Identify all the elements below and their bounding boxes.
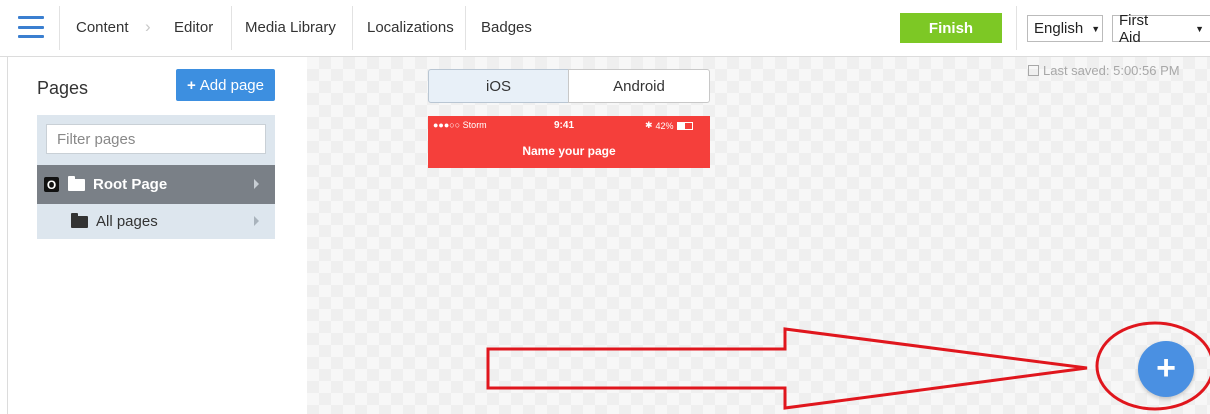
chevron-right-icon: › — [145, 17, 151, 36]
last-saved-text: Last saved: 5:00:56 PM — [1043, 63, 1180, 78]
app-select-value: First Aid — [1119, 11, 1149, 46]
bluetooth-icon: ✱ — [645, 120, 653, 130]
tree-item-all-pages[interactable]: All pages — [37, 204, 275, 239]
finish-button[interactable]: Finish — [900, 13, 1002, 43]
hamburger-menu-icon[interactable] — [18, 16, 44, 38]
page-tree: O Root Page All pages — [37, 115, 275, 239]
top-navigation-bar: Content › Editor Media Library Localizat… — [0, 0, 1210, 57]
pages-sidebar: Pages + Add page O Root Page All pages — [7, 57, 308, 414]
folder-icon — [71, 212, 88, 228]
add-component-button[interactable]: + — [1138, 341, 1194, 397]
folder-icon — [68, 175, 85, 191]
language-select[interactable]: English ▼ — [1027, 15, 1103, 42]
nav-localizations[interactable]: Localizations — [367, 19, 454, 36]
root-badge: O — [44, 177, 59, 192]
save-icon — [1028, 65, 1039, 76]
battery-icon — [676, 121, 693, 130]
nav-divider — [231, 6, 232, 50]
nav-content[interactable]: Content — [76, 19, 129, 36]
tab-ios[interactable]: iOS — [428, 69, 569, 103]
nav-editor[interactable]: Editor — [174, 19, 213, 36]
caret-down-icon: ▼ — [1091, 23, 1101, 34]
filter-pages-input[interactable] — [46, 124, 266, 154]
nav-divider — [352, 6, 353, 50]
editor-canvas — [307, 57, 1210, 414]
all-pages-label: All pages — [96, 213, 158, 230]
add-page-label: Add page — [199, 76, 264, 94]
nav-divider — [465, 6, 466, 50]
page-name-title: Name your page — [522, 144, 616, 158]
add-page-button[interactable]: + Add page — [176, 69, 275, 101]
status-carrier: ●●●○○ Storm — [433, 120, 487, 130]
caret-right-icon[interactable] — [254, 216, 259, 226]
status-battery: ✱ 42% — [645, 120, 693, 131]
phone-preview-header[interactable]: ●●●○○ Storm 9:41 ✱ 42% Name your page — [428, 116, 710, 168]
nav-badges[interactable]: Badges — [481, 19, 532, 36]
language-select-value: English — [1034, 20, 1084, 37]
app-select[interactable]: First Aid ▼ — [1112, 12, 1210, 46]
nav-media-library[interactable]: Media Library — [245, 19, 336, 36]
last-saved-status: Last saved: 5:00:56 PM — [1028, 63, 1180, 78]
plus-icon: + — [1156, 348, 1176, 387]
pages-heading: Pages — [37, 78, 89, 98]
status-time: 9:41 — [554, 120, 575, 131]
caret-right-icon[interactable] — [254, 179, 259, 189]
nav-divider — [1016, 6, 1017, 50]
tree-item-root-page[interactable]: O Root Page — [37, 165, 275, 204]
caret-down-icon: ▼ — [1195, 23, 1204, 34]
battery-percent: 42% — [655, 120, 674, 131]
nav-divider — [59, 6, 60, 50]
root-page-label: Root Page — [93, 176, 168, 193]
tab-android[interactable]: Android — [568, 69, 710, 103]
plus-icon: + — [187, 76, 196, 94]
